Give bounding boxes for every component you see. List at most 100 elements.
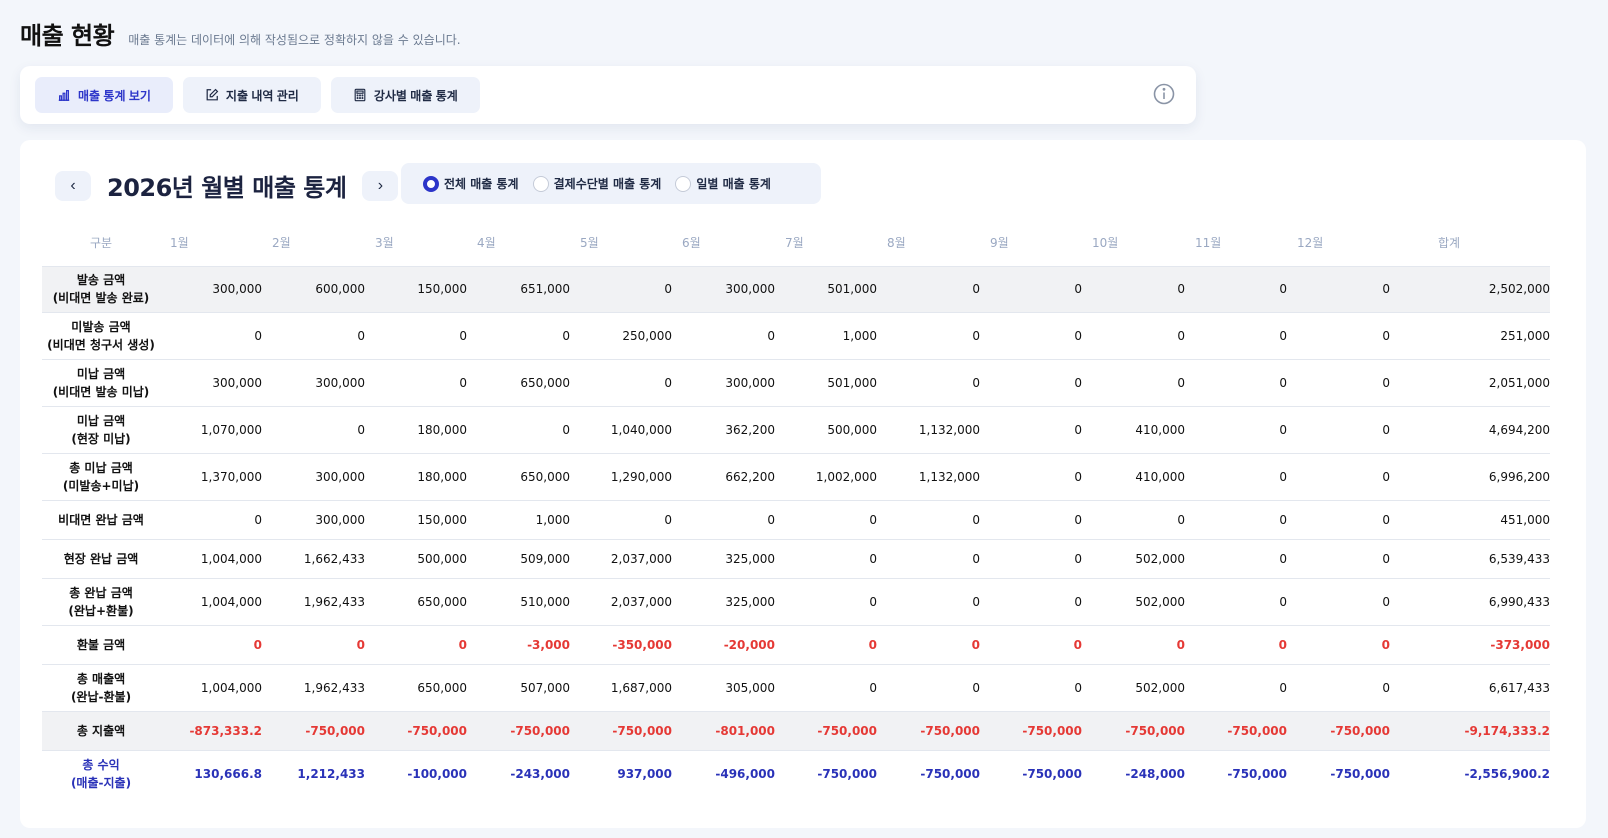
month-cell: -248,000 <box>1082 749 1185 797</box>
month-cell: 300,000 <box>262 358 365 406</box>
month-cell: 0 <box>980 624 1082 664</box>
radio-all-sales[interactable]: 전체 매출 통계 <box>423 175 519 192</box>
tab-instructor-stats[interactable]: 강사별 매출 통계 <box>330 77 480 113</box>
month-cell: 600,000 <box>262 265 365 312</box>
month-cell: 650,000 <box>467 452 570 500</box>
month-cell: 1,070,000 <box>160 405 262 453</box>
column-header: 8월 <box>887 236 906 251</box>
row-label: 총 지출액 <box>42 710 160 750</box>
month-cell: 300,000 <box>262 452 365 500</box>
month-cell: 1,004,000 <box>160 663 262 711</box>
chevron-left-icon: ‹ <box>70 176 76 194</box>
month-cell: -496,000 <box>672 749 775 797</box>
month-cell: 0 <box>1287 499 1390 539</box>
month-cell: -750,000 <box>1082 710 1185 750</box>
month-cell: 1,687,000 <box>570 663 672 711</box>
month-cell: 2,037,000 <box>570 538 672 578</box>
month-cell: -873,333.2 <box>160 710 262 750</box>
month-cell: 0 <box>160 624 262 664</box>
month-cell: 0 <box>1185 577 1287 625</box>
month-cell: 0 <box>980 499 1082 539</box>
month-cell: 0 <box>1287 452 1390 500</box>
month-cell: 0 <box>160 499 262 539</box>
row-label-main: 총 미납 금액 <box>69 460 133 475</box>
row-label-sub: (완납-환불) <box>70 689 132 704</box>
month-cell: 500,000 <box>365 538 467 578</box>
month-cell: 0 <box>1287 311 1390 359</box>
row-label-sub: (비대면 발송 미납) <box>52 384 150 399</box>
row-label: 현장 완납 금액 <box>42 538 160 578</box>
table-row: 총 완납 금액 (완납+환불) 1,004,000 1,962,433 650,000 5… <box>42 577 1550 625</box>
month-cell: 0 <box>160 311 262 359</box>
page-subtitle: 매출 통계는 데이터에 의해 작성됨으로 정확하지 않을 수 있습니다. <box>128 33 461 47</box>
month-cell: 0 <box>1287 538 1390 578</box>
month-cell: 1,004,000 <box>160 577 262 625</box>
month-cell: 1,370,000 <box>160 452 262 500</box>
year-nav: ‹ 2026년 월별 매출 통계 › <box>55 168 399 203</box>
table-row: 발송 금액 (비대면 발송 완료) 300,000 600,000 150,000 651… <box>42 265 1550 312</box>
radio-daily-sales[interactable]: 일별 매출 통계 <box>675 175 771 192</box>
row-label: 비대면 완납 금액 <box>42 499 160 539</box>
row-label: 총 매출액 (완납-환불) <box>42 663 160 711</box>
table-row: 비대면 완납 금액 0 300,000 150,000 1,000 0 0 0 0 0 0 0 0 451… <box>42 499 1550 539</box>
radio-unchecked-icon <box>532 175 549 192</box>
month-cell: 0 <box>775 577 877 625</box>
month-cell: 650,000 <box>365 663 467 711</box>
month-cell: 300,000 <box>262 499 365 539</box>
month-cell: 0 <box>365 311 467 359</box>
tab-expense-manage[interactable]: 지출 내역 관리 <box>182 77 321 113</box>
month-cell: -3,000 <box>467 624 570 664</box>
row-label: 미납 금액 (현장 미납) <box>42 405 160 453</box>
month-cell: 0 <box>1287 577 1390 625</box>
month-cell: 0 <box>877 311 980 359</box>
total-cell: 6,996,200 <box>1390 452 1550 500</box>
month-cell: 0 <box>775 499 877 539</box>
month-cell: 1,962,433 <box>262 577 365 625</box>
month-cell: 0 <box>1082 311 1185 359</box>
month-cell: 0 <box>672 499 775 539</box>
month-cell: 0 <box>980 265 1082 312</box>
column-header: 10월 <box>1092 236 1119 251</box>
row-label-main: 총 지출액 <box>76 723 126 738</box>
month-cell: -750,000 <box>365 710 467 750</box>
month-cell: 0 <box>1287 358 1390 406</box>
next-year-button[interactable]: › <box>362 170 399 201</box>
total-cell: 6,617,433 <box>1390 663 1550 711</box>
month-cell: 0 <box>1185 663 1287 711</box>
month-cell: 300,000 <box>672 358 775 406</box>
month-cell: 507,000 <box>467 663 570 711</box>
table-row: 총 수익 (매출-지출) 130,666.8 1,212,433 -100,000 -24… <box>42 749 1550 797</box>
row-label: 총 수익 (매출-지출) <box>42 749 160 797</box>
tab-sales-stats[interactable]: 매출 통계 보기 <box>35 77 173 113</box>
month-cell: -750,000 <box>775 710 877 750</box>
radio-payment-method[interactable]: 결제수단별 매출 통계 <box>532 175 661 192</box>
month-cell: 651,000 <box>467 265 570 312</box>
month-cell: 0 <box>1185 499 1287 539</box>
row-label-sub: (현장 미납) <box>71 431 131 446</box>
month-cell: 502,000 <box>1082 538 1185 578</box>
month-cell: 150,000 <box>365 265 467 312</box>
month-cell: -20,000 <box>672 624 775 664</box>
table-row: 미납 금액 (현장 미납) 1,070,000 0 180,000 0 1,040,000 3… <box>42 405 1550 453</box>
month-cell: 650,000 <box>467 358 570 406</box>
month-cell: 0 <box>980 577 1082 625</box>
year-title: 2026년 월별 매출 통계 <box>107 174 347 202</box>
month-cell: 0 <box>877 358 980 406</box>
month-cell: 1,002,000 <box>775 452 877 500</box>
month-cell: 300,000 <box>160 265 262 312</box>
info-icon[interactable] <box>1152 82 1176 106</box>
row-label-main: 현장 완납 금액 <box>63 551 139 566</box>
month-cell: 0 <box>980 538 1082 578</box>
column-header: 합계 <box>1438 236 1461 251</box>
month-cell: 0 <box>775 624 877 664</box>
month-cell: 410,000 <box>1082 452 1185 500</box>
edit-icon <box>206 88 219 101</box>
month-cell: -750,000 <box>877 749 980 797</box>
column-header: 4월 <box>477 236 496 251</box>
monthly-stats-table: 구분 1월 2월 3월 4월 5월 6월 7월 8월 9월 10월 11월 12월 합계 발송 금액 (비대… <box>42 220 1550 797</box>
month-cell: 0 <box>980 452 1082 500</box>
prev-year-button[interactable]: ‹ <box>55 170 91 201</box>
chevron-right-icon: › <box>377 176 384 194</box>
month-cell: 250,000 <box>570 311 672 359</box>
total-cell: -373,000 <box>1390 624 1550 664</box>
